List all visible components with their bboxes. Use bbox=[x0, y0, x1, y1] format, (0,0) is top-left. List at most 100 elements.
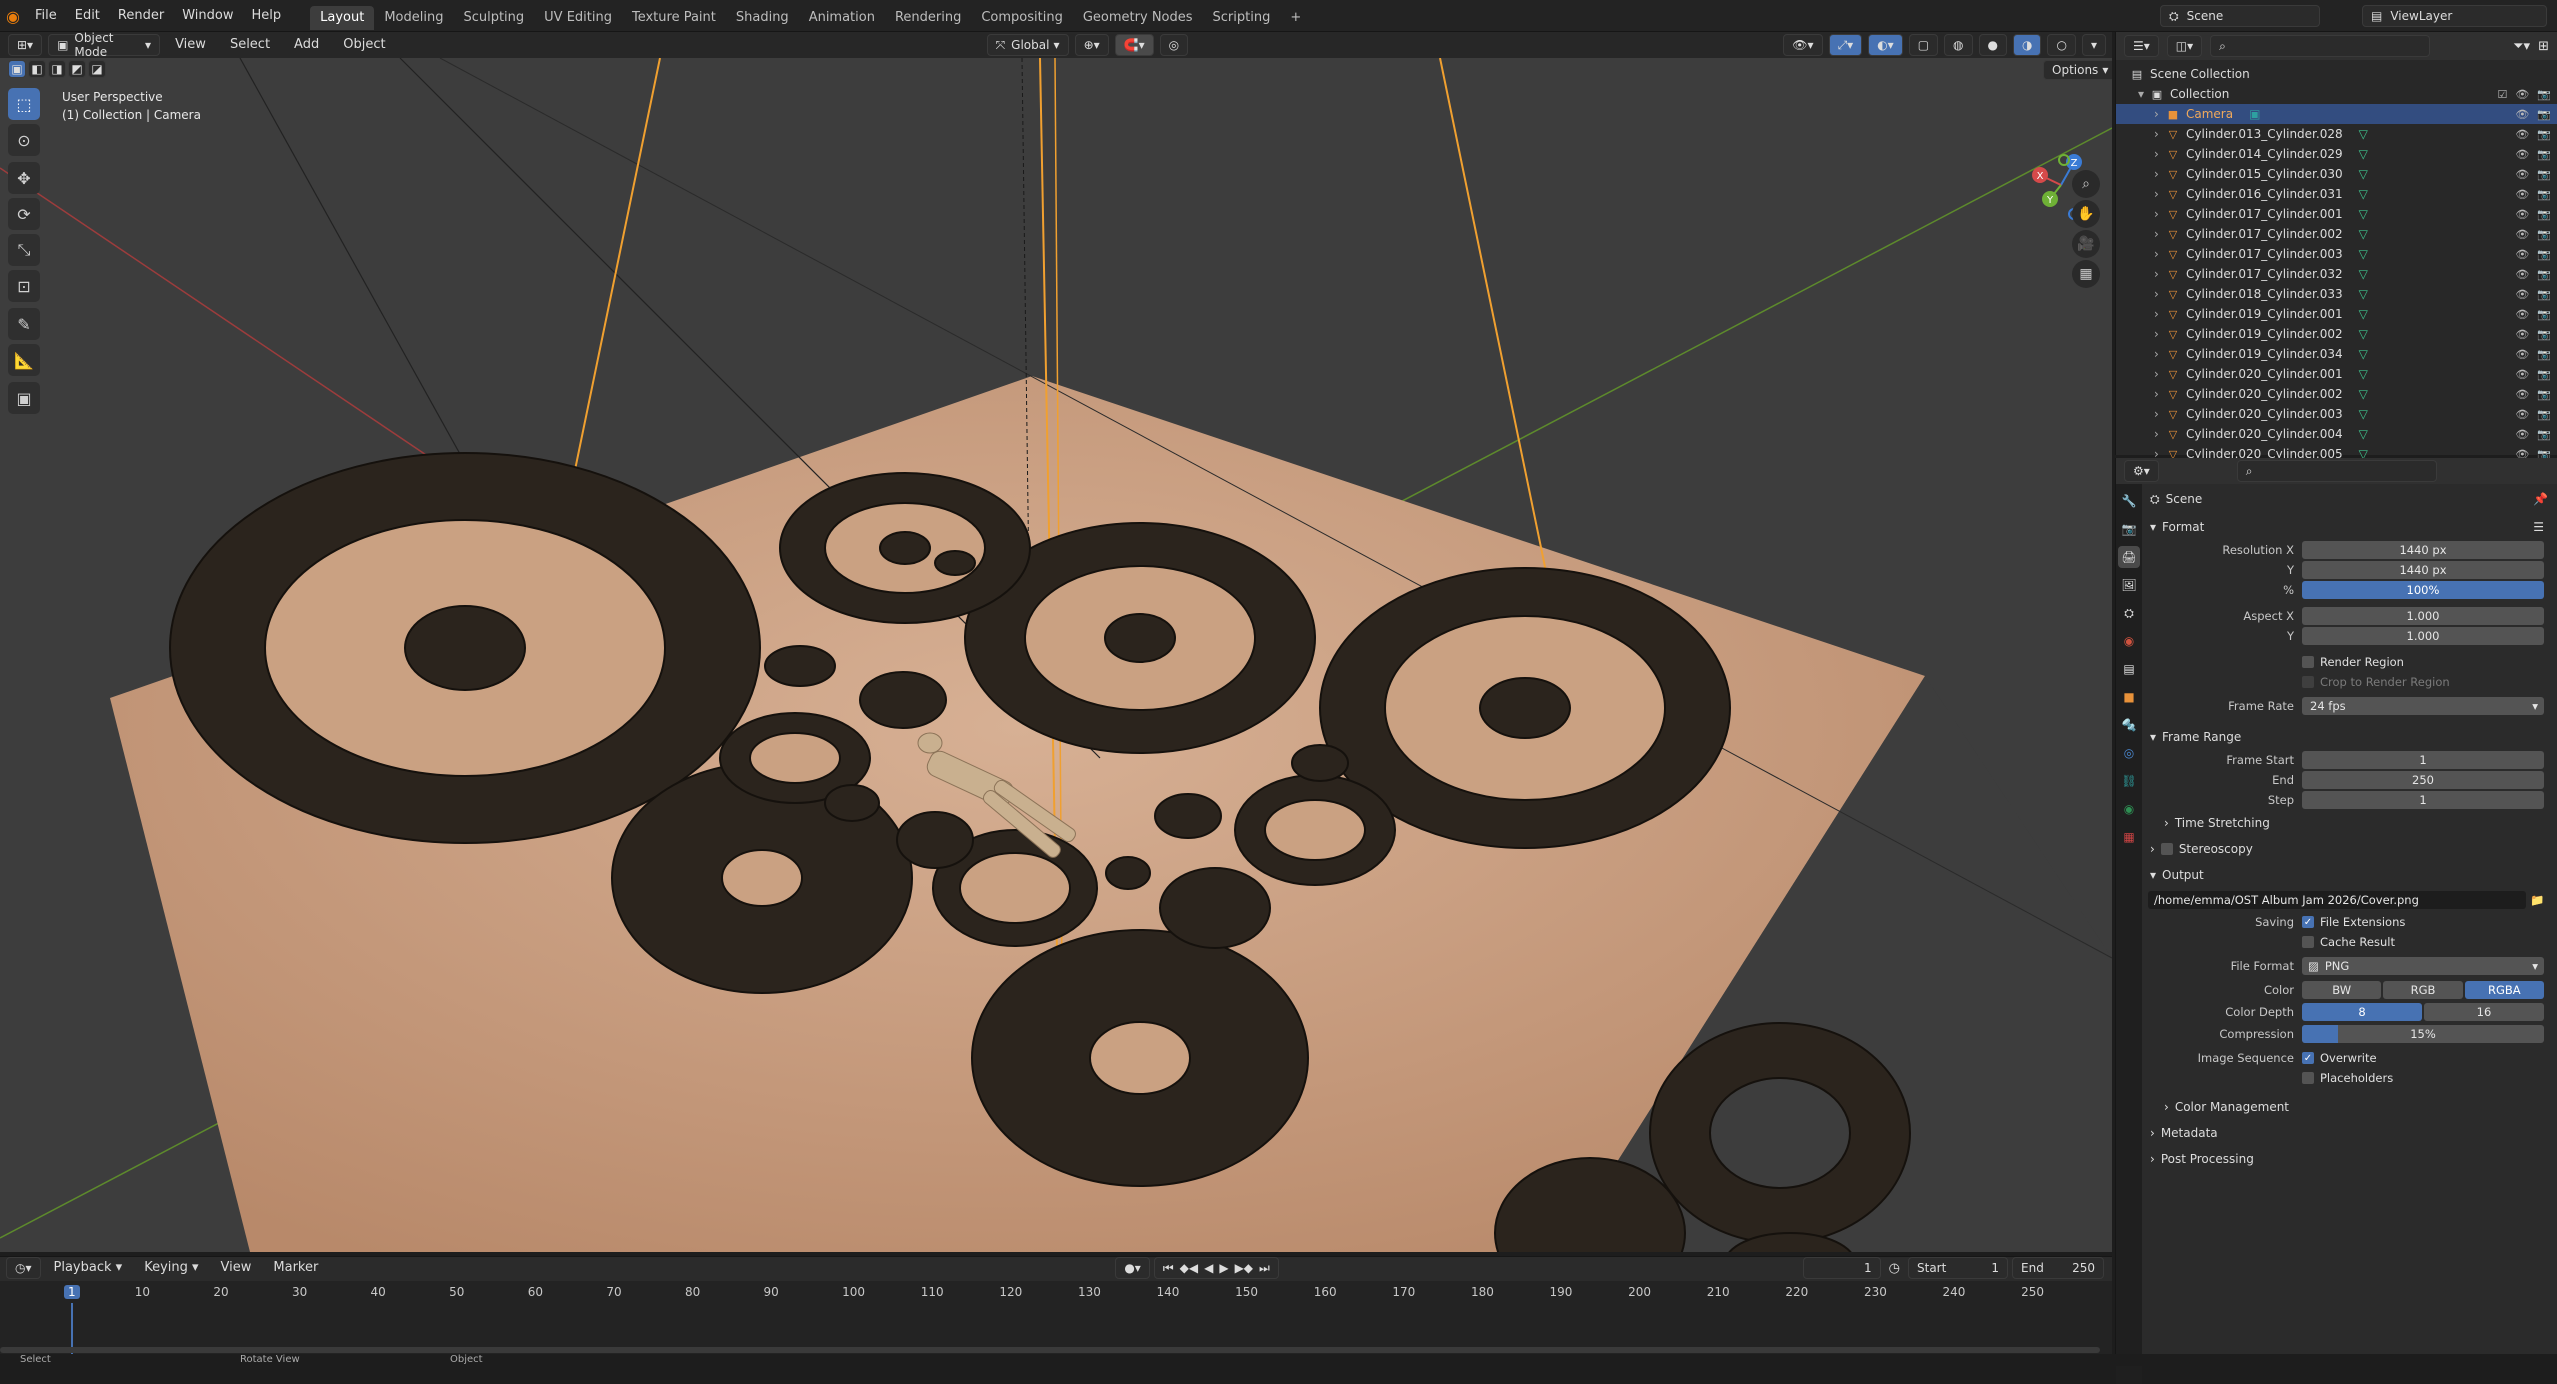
modifier-tab-icon[interactable]: 🔩 bbox=[2118, 714, 2140, 736]
depth-8-option[interactable]: 8 bbox=[2302, 1003, 2422, 1021]
camera-render-icon[interactable]: 📷 bbox=[2537, 268, 2551, 281]
menu-add[interactable]: Add bbox=[285, 32, 328, 58]
move-icon[interactable]: ✥ bbox=[8, 162, 40, 194]
depth-16-option[interactable]: 16 bbox=[2424, 1003, 2544, 1021]
file-extensions-checkbox[interactable]: ✓ bbox=[2302, 916, 2314, 928]
timeline-track[interactable] bbox=[0, 1303, 2112, 1355]
section-format[interactable]: ▾ Format ☰ bbox=[2142, 514, 2557, 540]
tree-item-object[interactable]: › ▽ Cylinder.016_Cylinder.031 ▽ 👁 📷 bbox=[2116, 184, 2557, 204]
new-collection-icon[interactable]: ⊞ bbox=[2538, 39, 2549, 54]
expand-arrow-icon[interactable]: › bbox=[2154, 207, 2166, 221]
presets-icon[interactable]: ☰ bbox=[2533, 520, 2544, 534]
menu-help[interactable]: Help bbox=[242, 0, 290, 32]
pin-icon[interactable]: 📌 bbox=[2533, 492, 2548, 506]
shading-wireframe-icon[interactable]: ◍ bbox=[1944, 34, 1973, 56]
mesh-data-icon[interactable]: ▽ bbox=[2359, 407, 2368, 421]
frame-step-field[interactable]: 1 bbox=[2302, 791, 2544, 809]
physics-tab-icon[interactable]: ◎ bbox=[2118, 742, 2140, 764]
mesh-data-icon[interactable]: ▽ bbox=[2359, 427, 2368, 441]
tab-uv-editing[interactable]: UV Editing bbox=[534, 6, 622, 30]
camera-render-icon[interactable]: 📷 bbox=[2537, 428, 2551, 441]
section-post-processing[interactable]: › Post Processing bbox=[2142, 1146, 2557, 1172]
aspect-x-field[interactable]: 1.000 bbox=[2302, 607, 2544, 625]
camera-render-icon[interactable]: 📷 bbox=[2537, 108, 2551, 121]
checkbox-icon[interactable]: ☑ bbox=[2497, 88, 2507, 101]
object-tab-icon[interactable]: ■ bbox=[2118, 686, 2140, 708]
eye-icon[interactable]: 👁 bbox=[2515, 288, 2529, 301]
mesh-data-icon[interactable]: ▽ bbox=[2359, 347, 2368, 361]
expand-arrow-icon[interactable]: › bbox=[2154, 227, 2166, 241]
annotate-icon[interactable]: ✎ bbox=[8, 308, 40, 340]
properties-type-icon[interactable]: ⚙▾ bbox=[2124, 460, 2159, 482]
texture-tab-icon[interactable]: ▦ bbox=[2118, 826, 2140, 848]
camera-render-icon[interactable]: 📷 bbox=[2537, 388, 2551, 401]
resolution-x-field[interactable]: 1440 px bbox=[2302, 541, 2544, 559]
shading-rendered-icon[interactable]: ○ bbox=[2047, 34, 2076, 56]
select-invert-icon[interactable]: ◩ bbox=[68, 60, 86, 78]
xray-icon[interactable]: ▢ bbox=[1908, 34, 1939, 56]
blender-logo-icon[interactable]: ◉ bbox=[6, 7, 20, 26]
camera-render-icon[interactable]: 📷 bbox=[2537, 208, 2551, 221]
menu-playback[interactable]: Playback ▾ bbox=[45, 1257, 132, 1279]
view-layer-tab-icon[interactable]: 🖼 bbox=[2118, 574, 2140, 596]
jump-start-icon[interactable]: ⏮ bbox=[1163, 1261, 1174, 1276]
menu-edit[interactable]: Edit bbox=[66, 0, 109, 32]
expand-arrow-icon[interactable]: › bbox=[2154, 267, 2166, 281]
tab-layout[interactable]: Layout bbox=[310, 6, 375, 30]
mesh-data-icon[interactable]: ▽ bbox=[2359, 307, 2368, 321]
prev-keyframe-icon[interactable]: ◆◀ bbox=[1180, 1261, 1198, 1275]
mesh-data-icon[interactable]: ▽ bbox=[2359, 167, 2368, 181]
transform-orientation-dropdown[interactable]: ⤧ Global ▾ bbox=[986, 34, 1069, 56]
tree-scene-collection[interactable]: ▤ Scene Collection bbox=[2116, 64, 2557, 84]
overwrite-checkbox[interactable]: ✓ bbox=[2302, 1052, 2314, 1064]
menu-marker[interactable]: Marker bbox=[264, 1257, 327, 1279]
eye-icon[interactable]: 👁 bbox=[2515, 368, 2529, 381]
select-extend-icon[interactable]: ◧ bbox=[28, 60, 46, 78]
end-frame-field[interactable]: End 250 bbox=[2012, 1257, 2104, 1279]
camera-view-icon[interactable]: 🎥 bbox=[2072, 230, 2100, 258]
3d-viewport[interactable]: User Perspective (1) Collection | Camera… bbox=[0, 58, 2112, 1252]
color-rgb-option[interactable]: RGB bbox=[2383, 981, 2463, 999]
expand-arrow-icon[interactable]: › bbox=[2154, 167, 2166, 181]
select-new-icon[interactable]: ▣ bbox=[8, 60, 26, 78]
tree-item-object[interactable]: › ▽ Cylinder.015_Cylinder.030 ▽ 👁 📷 bbox=[2116, 164, 2557, 184]
tree-collection[interactable]: ▾ ▣ Collection ☑ 👁 📷 bbox=[2116, 84, 2557, 104]
camera-render-icon[interactable]: 📷 bbox=[2537, 308, 2551, 321]
color-rgba-option[interactable]: RGBA bbox=[2464, 981, 2544, 999]
menu-window[interactable]: Window bbox=[173, 0, 242, 32]
tree-item-object[interactable]: › ▽ Cylinder.020_Cylinder.001 ▽ 👁 📷 bbox=[2116, 364, 2557, 384]
scale-icon[interactable]: ⤡ bbox=[8, 234, 40, 266]
measure-icon[interactable]: 📐 bbox=[8, 344, 40, 376]
section-stereoscopy[interactable]: › Stereoscopy bbox=[2142, 836, 2557, 862]
camera-render-icon[interactable]: 📷 bbox=[2537, 168, 2551, 181]
menu-timeline-view[interactable]: View bbox=[212, 1257, 261, 1279]
tree-item-object[interactable]: › ▽ Cylinder.019_Cylinder.002 ▽ 👁 📷 bbox=[2116, 324, 2557, 344]
mode-dropdown[interactable]: ▣ Object Mode ▾ bbox=[48, 31, 161, 59]
eye-icon[interactable]: 👁 bbox=[2515, 248, 2529, 261]
section-frame-range[interactable]: ▾ Frame Range bbox=[2142, 724, 2557, 750]
shading-material-icon[interactable]: ◑ bbox=[2013, 34, 2042, 56]
record-icon[interactable]: ●▾ bbox=[1115, 1257, 1150, 1279]
pivot-point-icon[interactable]: ⊕▾ bbox=[1074, 34, 1109, 56]
eye-icon[interactable]: 👁 bbox=[2515, 168, 2529, 181]
expand-arrow-icon[interactable]: › bbox=[2154, 287, 2166, 301]
tree-item-object[interactable]: › ▽ Cylinder.020_Cylinder.003 ▽ 👁 📷 bbox=[2116, 404, 2557, 424]
eye-icon[interactable]: 👁 bbox=[2515, 208, 2529, 221]
tree-item-object[interactable]: › ▽ Cylinder.013_Cylinder.028 ▽ 👁 📷 bbox=[2116, 124, 2557, 144]
tab-scripting[interactable]: Scripting bbox=[1203, 6, 1281, 30]
shading-options-icon[interactable]: ▾ bbox=[2081, 34, 2106, 56]
options-button[interactable]: Options ▾ bbox=[2043, 60, 2112, 80]
tree-item-object[interactable]: › ▽ Cylinder.017_Cylinder.032 ▽ 👁 📷 bbox=[2116, 264, 2557, 284]
timeline-ruler[interactable]: 1 10 20 30 40 50 60 70 80 90 100 110 120 130 140 150 160… bbox=[0, 1281, 2112, 1303]
subsection-time-stretching[interactable]: › Time Stretching bbox=[2142, 810, 2557, 836]
output-tab-icon[interactable]: 🖨 bbox=[2118, 546, 2140, 568]
menu-select[interactable]: Select bbox=[221, 32, 279, 58]
filter-icon[interactable]: ⏷▾ bbox=[2513, 39, 2530, 54]
proportional-edit-icon[interactable]: ◎ bbox=[1159, 34, 1189, 56]
expand-arrow-icon[interactable]: › bbox=[2154, 367, 2166, 381]
render-tab-icon[interactable]: 📷 bbox=[2118, 518, 2140, 540]
visibility-icon[interactable]: 👁▾ bbox=[1783, 34, 1823, 56]
tree-item-object[interactable]: › ▽ Cylinder.017_Cylinder.003 ▽ 👁 📷 bbox=[2116, 244, 2557, 264]
folder-icon[interactable]: 📁 bbox=[2530, 893, 2548, 907]
mesh-data-icon[interactable]: ▽ bbox=[2359, 187, 2368, 201]
